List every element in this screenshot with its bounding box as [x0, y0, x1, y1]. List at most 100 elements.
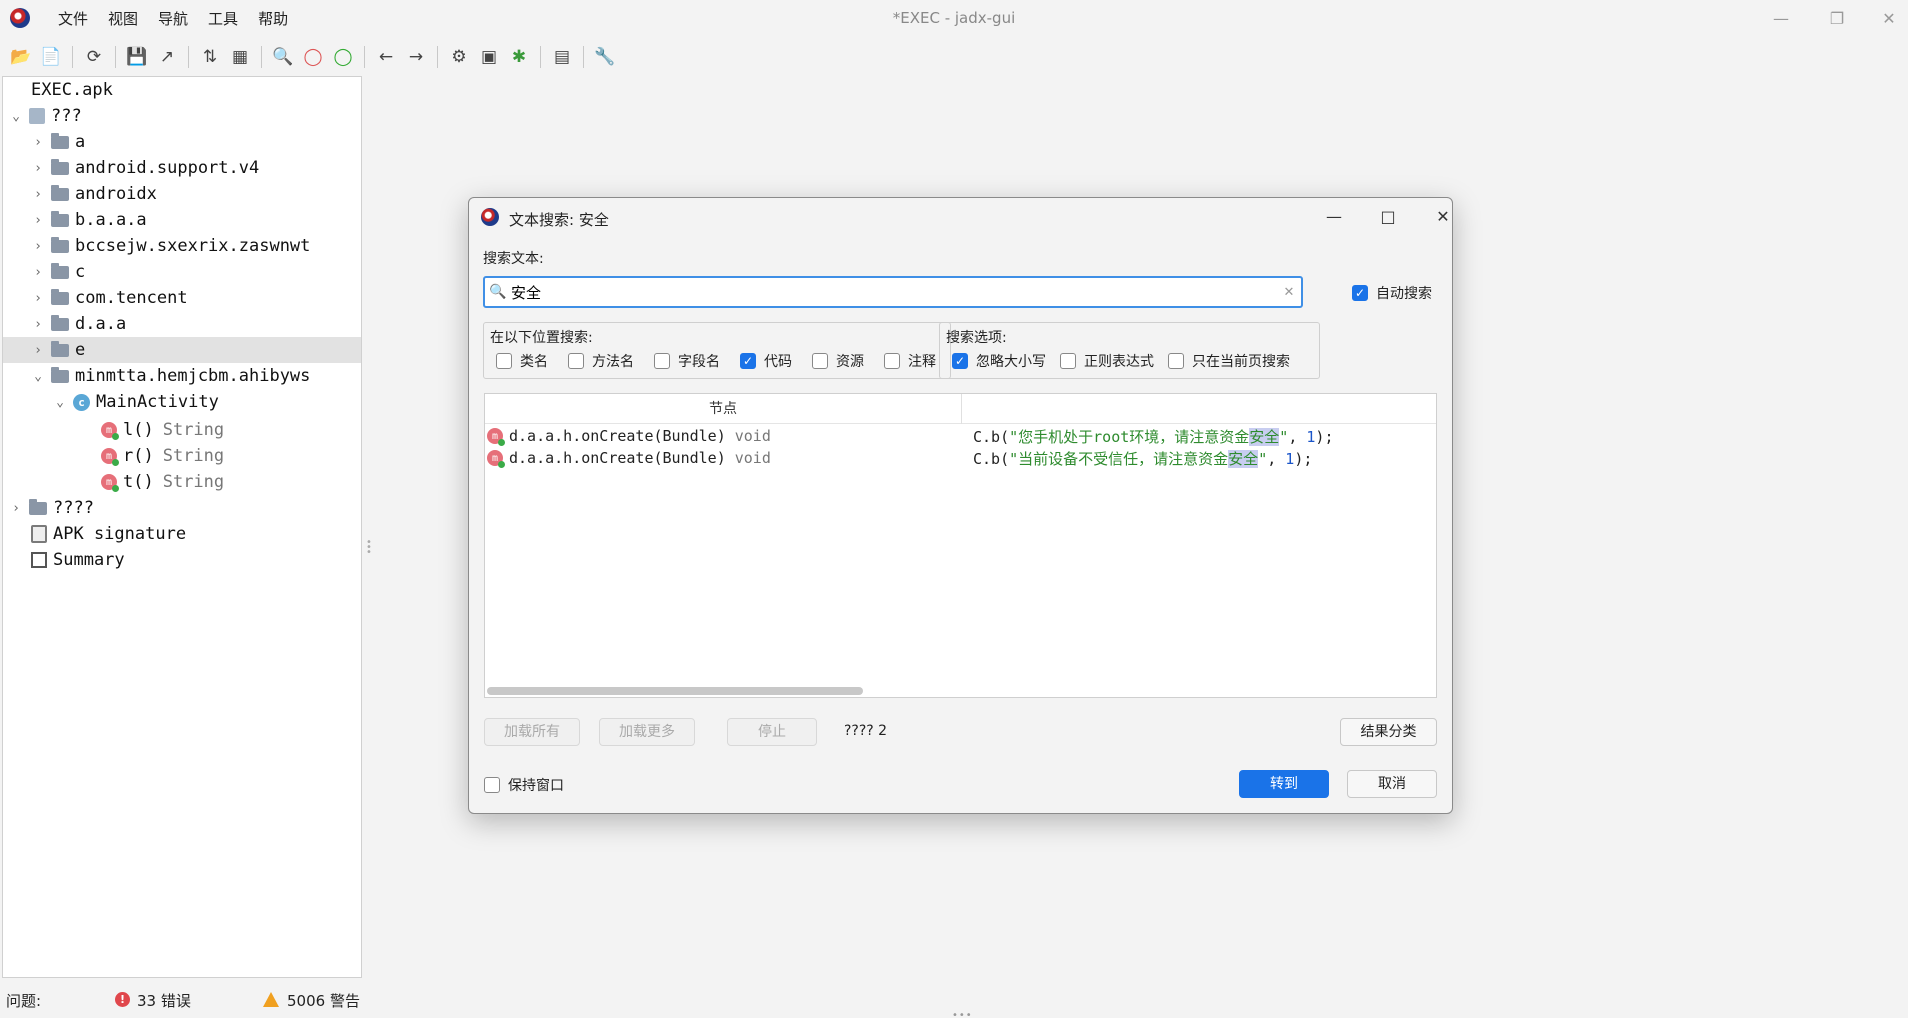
- result-node: d.a.a.h.onCreate(Bundle): [509, 427, 726, 445]
- tree-class[interactable]: ⌄ c MainActivity: [3, 389, 361, 415]
- location-checkbox-resource[interactable]: 资源: [812, 351, 864, 371]
- package-label: androidx: [75, 184, 157, 204]
- restore-icon[interactable]: ❐: [1814, 4, 1860, 34]
- error-count[interactable]: 33 错误: [137, 990, 191, 1011]
- result-row[interactable]: m d.a.a.h.onCreate(Bundle) void C.b("当前设…: [485, 447, 1436, 469]
- chevron-down-icon[interactable]: ⌄: [9, 109, 23, 124]
- location-checkbox-comment[interactable]: 注释: [884, 351, 936, 371]
- keep-window-checkbox[interactable]: 保持窗口: [484, 775, 564, 795]
- location-checkbox-class[interactable]: 类名: [496, 351, 548, 371]
- splitter-handle[interactable]: • • •: [366, 538, 372, 558]
- class-search-icon[interactable]: ◯: [298, 43, 328, 71]
- dialog-close-icon[interactable]: ✕: [1423, 202, 1452, 232]
- tree-root[interactable]: EXEC.apk: [3, 77, 361, 103]
- dialog-minimize-icon[interactable]: —: [1314, 202, 1354, 232]
- error-icon: !: [115, 992, 130, 1007]
- search-input[interactable]: [511, 283, 1277, 301]
- chevron-right-icon[interactable]: ›: [31, 135, 45, 150]
- quick-search-icon[interactable]: ▣: [474, 43, 504, 71]
- tree-package[interactable]: › b.a.a.a: [3, 207, 361, 233]
- result-row[interactable]: m d.a.a.h.onCreate(Bundle) void C.b("您手机…: [485, 425, 1436, 447]
- usage-search-icon[interactable]: ◯: [328, 43, 358, 71]
- tree-package[interactable]: › a: [3, 129, 361, 155]
- chevron-right-icon[interactable]: ›: [31, 291, 45, 306]
- location-checkbox-method[interactable]: 方法名: [568, 351, 634, 371]
- location-checkbox-code[interactable]: ✓ 代码: [740, 351, 792, 371]
- option-ignore-case[interactable]: ✓ 忽略大小写: [952, 351, 1046, 371]
- tree-package[interactable]: › androidx: [3, 181, 361, 207]
- chevron-right-icon[interactable]: ›: [9, 501, 23, 516]
- checkbox-box: [884, 353, 900, 369]
- load-all-button[interactable]: 加载所有: [484, 718, 580, 746]
- tree-package[interactable]: › android.support.v4: [3, 155, 361, 181]
- chevron-down-icon[interactable]: ⌄: [53, 395, 67, 410]
- location-label: 资源: [836, 354, 864, 370]
- auto-search-checkbox[interactable]: ✓ 自动搜索: [1352, 283, 1432, 303]
- folder-icon: [51, 366, 69, 383]
- search-input-box[interactable]: 🔍 ✕: [483, 276, 1303, 308]
- group-results-button[interactable]: 结果分类: [1340, 718, 1437, 746]
- horizontal-scrollbar[interactable]: [487, 687, 863, 695]
- tree-package-selected[interactable]: › e: [3, 337, 361, 363]
- clear-search-icon[interactable]: ✕: [1277, 285, 1301, 300]
- reload-icon[interactable]: ⟳: [79, 43, 109, 71]
- close-window-icon[interactable]: ✕: [1866, 4, 1908, 34]
- deobfuscation-icon[interactable]: ⚙: [444, 43, 474, 71]
- load-more-button[interactable]: 加载更多: [599, 718, 695, 746]
- back-icon[interactable]: ←: [371, 43, 401, 71]
- open-file-icon[interactable]: 📂: [6, 43, 36, 71]
- tree-package[interactable]: › c: [3, 259, 361, 285]
- debug-icon[interactable]: ✱: [504, 43, 534, 71]
- column-header-code[interactable]: [962, 394, 1436, 424]
- log-viewer-icon[interactable]: ▤: [547, 43, 577, 71]
- search-match-highlight: 安全: [1249, 427, 1280, 446]
- save-icon[interactable]: 💾: [122, 43, 152, 71]
- checkbox-box: [484, 777, 500, 793]
- tree-package[interactable]: › d.a.a: [3, 311, 361, 337]
- tree-apk-signature[interactable]: APK signature: [3, 521, 361, 547]
- option-regex[interactable]: 正则表达式: [1060, 351, 1154, 371]
- package-label: d.a.a: [75, 314, 127, 334]
- preferences-wrench-icon[interactable]: 🔧: [590, 43, 620, 71]
- column-header-node[interactable]: 节点: [485, 394, 961, 424]
- chevron-right-icon[interactable]: ›: [31, 161, 45, 176]
- code-suffix: );: [1315, 427, 1334, 446]
- option-current-page-only[interactable]: 只在当前页搜索: [1168, 351, 1290, 371]
- chevron-right-icon[interactable]: ›: [31, 265, 45, 280]
- auto-search-label: 自动搜索: [1376, 286, 1432, 302]
- cancel-button[interactable]: 取消: [1347, 770, 1437, 798]
- search-icon[interactable]: 🔍: [268, 43, 298, 71]
- window-title: *EXEC - jadx-gui: [892, 9, 1016, 27]
- forward-icon[interactable]: →: [401, 43, 431, 71]
- location-checkbox-field[interactable]: 字段名: [654, 351, 720, 371]
- tree-package[interactable]: ⌄ minmtta.hemjcbm.ahibyws: [3, 363, 361, 389]
- result-code: C.b("当前设备不受信任，请注意资金安全", 1);: [973, 448, 1312, 469]
- flatten-packages-icon[interactable]: ▦: [225, 43, 255, 71]
- tree-method[interactable]: m t() String: [3, 469, 361, 495]
- export-icon[interactable]: ↗: [152, 43, 182, 71]
- sync-tree-icon[interactable]: ⇅: [195, 43, 225, 71]
- chevron-down-icon[interactable]: ⌄: [31, 369, 45, 384]
- dialog-maximize-icon[interactable]: □: [1368, 202, 1408, 232]
- goto-button[interactable]: 转到: [1239, 770, 1329, 798]
- add-files-icon[interactable]: 📄: [36, 43, 66, 71]
- tree-summary[interactable]: Summary: [3, 547, 361, 573]
- tree-package[interactable]: › com.tencent: [3, 285, 361, 311]
- chevron-right-icon[interactable]: ›: [31, 213, 45, 228]
- minimize-icon[interactable]: —: [1758, 4, 1804, 34]
- tree-source-node[interactable]: ⌄ ???: [3, 103, 361, 129]
- tree-package[interactable]: › bccsejw.sxexrix.zaswnwt: [3, 233, 361, 259]
- warning-count[interactable]: 5006 警告: [287, 990, 360, 1011]
- folder-icon: [51, 262, 69, 279]
- chevron-right-icon[interactable]: ›: [31, 187, 45, 202]
- chevron-right-icon[interactable]: ›: [31, 317, 45, 332]
- chevron-right-icon[interactable]: ›: [31, 343, 45, 358]
- bottom-splitter-handle[interactable]: •••: [952, 1010, 973, 1018]
- tree-resources-node[interactable]: › ????: [3, 495, 361, 521]
- column-divider[interactable]: [961, 394, 962, 424]
- tree-method[interactable]: m l() String: [3, 417, 361, 443]
- chevron-right-icon[interactable]: ›: [31, 239, 45, 254]
- tree-method[interactable]: m r() String: [3, 443, 361, 469]
- stop-button[interactable]: 停止: [727, 718, 817, 746]
- package-label: android.support.v4: [75, 158, 260, 178]
